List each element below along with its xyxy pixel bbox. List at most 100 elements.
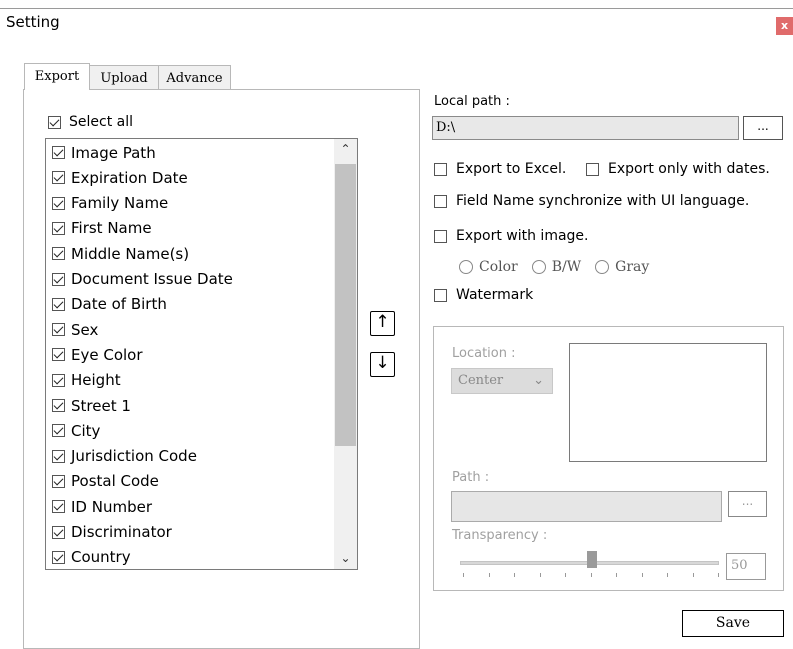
field-list-item[interactable]: Country: [52, 545, 131, 569]
slider-tick: [488, 573, 490, 577]
watermark-path-label: Path :: [452, 470, 490, 485]
field-list-item[interactable]: Height: [52, 368, 121, 393]
field-checkbox[interactable]: [52, 348, 65, 362]
slider-tick: [514, 573, 515, 577]
export-dates-checkbox[interactable]: [586, 162, 599, 176]
watermark-checkbox[interactable]: [434, 288, 447, 302]
field-checkbox[interactable]: [52, 247, 65, 261]
location-label: Location :: [452, 346, 516, 361]
field-checkbox[interactable]: [52, 196, 65, 210]
window-title: Setting: [6, 13, 60, 31]
field-checkbox[interactable]: [52, 399, 65, 412]
field-label: Eye Color: [71, 345, 143, 364]
export-excel-label: Export to Excel.: [456, 161, 567, 177]
tab-export[interactable]: Export: [24, 63, 90, 90]
export-excel-option[interactable]: Export to Excel.: [434, 161, 566, 177]
chevron-down-icon: ⌄: [533, 373, 544, 388]
field-label: Postal Code: [71, 472, 159, 491]
field-label: ID Number: [71, 497, 152, 516]
field-list-item[interactable]: Image Path: [52, 140, 156, 165]
image-mode-radios: Color B/W Gray: [459, 259, 649, 275]
watermark-option[interactable]: Watermark: [434, 287, 533, 303]
slider-tick: [539, 573, 541, 577]
field-list-item[interactable]: Eye Color: [52, 342, 143, 367]
scrollbar-thumb[interactable]: [335, 164, 356, 446]
scroll-down-icon[interactable]: ⌄: [334, 548, 357, 568]
slider-tick: [641, 573, 643, 577]
field-name-sync-checkbox[interactable]: [434, 194, 447, 208]
scroll-up-icon[interactable]: ⌃: [334, 139, 357, 159]
slider-tick: [667, 573, 668, 577]
field-checkbox[interactable]: [52, 525, 65, 539]
close-button[interactable]: x: [776, 17, 793, 35]
watermark-preview: [569, 343, 767, 462]
field-checkbox[interactable]: [52, 373, 65, 387]
field-checkbox[interactable]: [52, 297, 65, 311]
field-label: Expiration Date: [71, 168, 188, 187]
watermark-path-input[interactable]: [451, 491, 722, 522]
field-list-item[interactable]: Street 1: [52, 393, 131, 418]
location-select[interactable]: Center ⌄: [451, 368, 553, 394]
transparency-value-input[interactable]: 50: [726, 553, 766, 580]
field-list-item[interactable]: Postal Code: [52, 469, 159, 494]
field-list-item[interactable]: ID Number: [52, 494, 152, 519]
export-dates-option[interactable]: Export only with dates.: [586, 161, 770, 177]
field-list-item[interactable]: Discriminator: [52, 520, 172, 545]
field-label: Discriminator: [71, 523, 172, 541]
transparency-slider-thumb[interactable]: [587, 551, 597, 568]
local-path-browse-button[interactable]: ...: [743, 116, 783, 140]
save-button[interactable]: Save: [682, 610, 784, 637]
slider-tick: [590, 573, 592, 577]
slider-tick: [692, 573, 694, 577]
field-checkbox[interactable]: [52, 500, 65, 514]
field-list-item[interactable]: First Name: [52, 216, 152, 241]
field-list-item[interactable]: Family Name: [52, 191, 168, 216]
radio-bw[interactable]: B/W: [531, 259, 581, 275]
field-list-item[interactable]: Expiration Date: [52, 165, 188, 190]
field-checkbox[interactable]: [52, 323, 65, 337]
tab-upload[interactable]: Upload: [89, 65, 159, 90]
field-name-sync-option[interactable]: Field Name synchronize with UI language.: [434, 193, 749, 209]
radio-color[interactable]: Color: [459, 259, 518, 275]
field-label: Image Path: [71, 143, 156, 162]
field-name-sync-label: Field Name synchronize with UI language.: [456, 193, 750, 209]
arrow-up-icon: ↑: [375, 312, 390, 332]
field-checkbox[interactable]: [52, 449, 65, 463]
field-list-item[interactable]: City: [52, 418, 100, 443]
slider-tick: [463, 573, 464, 577]
arrow-down-icon: ↓: [375, 353, 390, 373]
close-icon: x: [780, 19, 789, 32]
field-list-item[interactable]: Sex: [52, 317, 98, 342]
export-excel-checkbox[interactable]: [434, 162, 447, 176]
export-image-checkbox[interactable]: [434, 229, 447, 243]
select-all-checkbox[interactable]: Select all: [48, 114, 133, 130]
export-image-option[interactable]: Export with image.: [434, 228, 589, 244]
field-label: Date of Birth: [71, 295, 167, 314]
field-checkbox[interactable]: [52, 424, 65, 438]
field-label: Family Name: [71, 194, 169, 213]
location-value: Center: [458, 373, 504, 388]
field-list-item[interactable]: Document Issue Date: [52, 267, 233, 292]
local-path-input[interactable]: D:\: [432, 116, 739, 140]
field-label: Street 1: [71, 396, 131, 415]
export-image-label: Export with image.: [456, 228, 589, 244]
move-up-button[interactable]: ↑: [370, 311, 395, 336]
field-list-item[interactable]: Jurisdiction Code: [52, 444, 197, 469]
local-path-label: Local path :: [434, 94, 510, 109]
field-list-item[interactable]: Middle Name(s): [52, 241, 189, 266]
field-list-item[interactable]: Date of Birth: [52, 292, 167, 317]
field-checkbox[interactable]: [52, 272, 65, 286]
checkbox-icon: [48, 115, 61, 129]
field-checkbox[interactable]: [52, 171, 65, 185]
slider-tick: [565, 573, 566, 577]
field-checkbox[interactable]: [52, 550, 65, 564]
field-list[interactable]: Image Path Expiration Date Family Name Firs…: [45, 138, 358, 570]
field-checkbox[interactable]: [52, 146, 65, 159]
field-checkbox[interactable]: [52, 474, 65, 488]
move-down-button[interactable]: ↓: [370, 352, 395, 377]
watermark-browse-button[interactable]: ...: [728, 491, 767, 517]
field-label: Jurisdiction Code: [71, 447, 197, 466]
tab-advance[interactable]: Advance: [158, 65, 231, 90]
field-checkbox[interactable]: [52, 221, 65, 235]
radio-gray[interactable]: Gray: [595, 259, 649, 275]
